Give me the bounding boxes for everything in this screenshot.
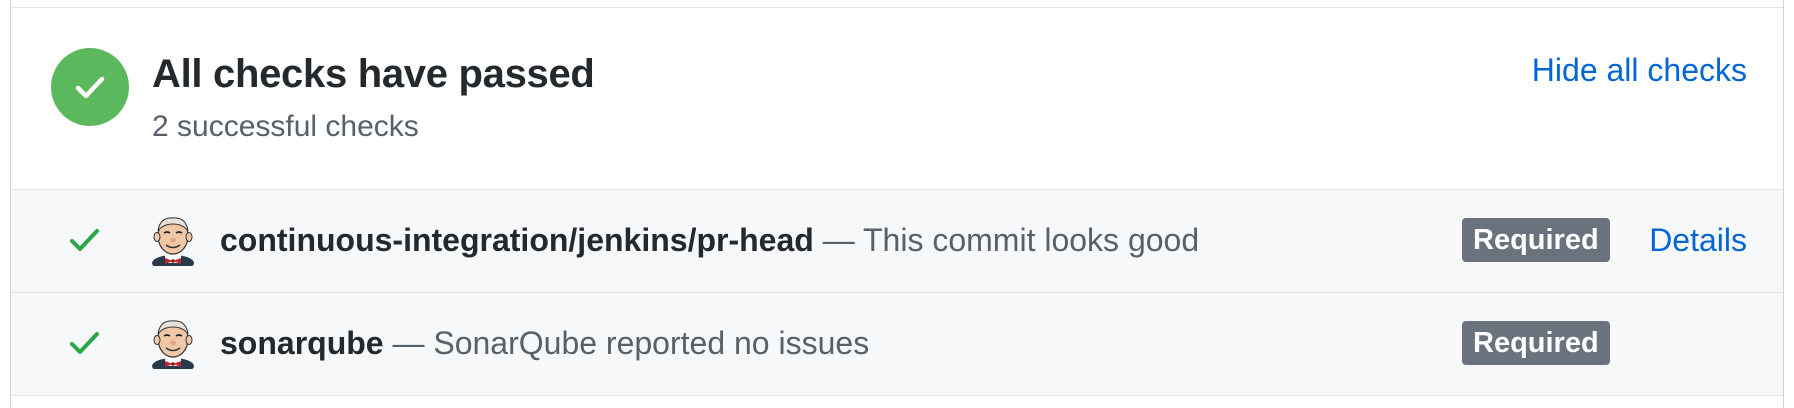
required-badge: Required	[1462, 218, 1610, 262]
merge-status-box: All checks have passed 2 successful chec…	[10, 0, 1784, 408]
check-separator: —	[392, 325, 425, 361]
check-description: SonarQube reported no issues	[433, 325, 870, 361]
required-badge: Required	[1462, 321, 1610, 365]
check-text: sonarqube — SonarQube reported no issues	[220, 323, 869, 363]
check-context-name: sonarqube	[220, 325, 384, 361]
hide-all-checks-link[interactable]: Hide all checks	[1532, 52, 1747, 89]
check-row: continuous-integration/jenkins/pr-head —…	[11, 190, 1783, 293]
checks-summary: All checks have passed 2 successful chec…	[11, 8, 1783, 190]
check-separator: —	[822, 222, 855, 258]
check-icon	[70, 332, 99, 354]
details-link[interactable]: Details	[1649, 220, 1747, 260]
summary-subtitle: 2 successful checks	[152, 110, 419, 143]
check-row: sonarqube — SonarQube reported no issues…	[11, 293, 1783, 396]
check-description: This commit looks good	[863, 222, 1200, 258]
jenkins-avatar	[152, 320, 194, 369]
check-context-name: continuous-integration/jenkins/pr-head	[220, 222, 814, 258]
check-circle-icon	[51, 48, 129, 126]
check-icon	[70, 229, 99, 251]
jenkins-avatar	[152, 217, 194, 266]
check-text: continuous-integration/jenkins/pr-head —…	[220, 220, 1199, 260]
summary-title: All checks have passed	[152, 52, 595, 96]
